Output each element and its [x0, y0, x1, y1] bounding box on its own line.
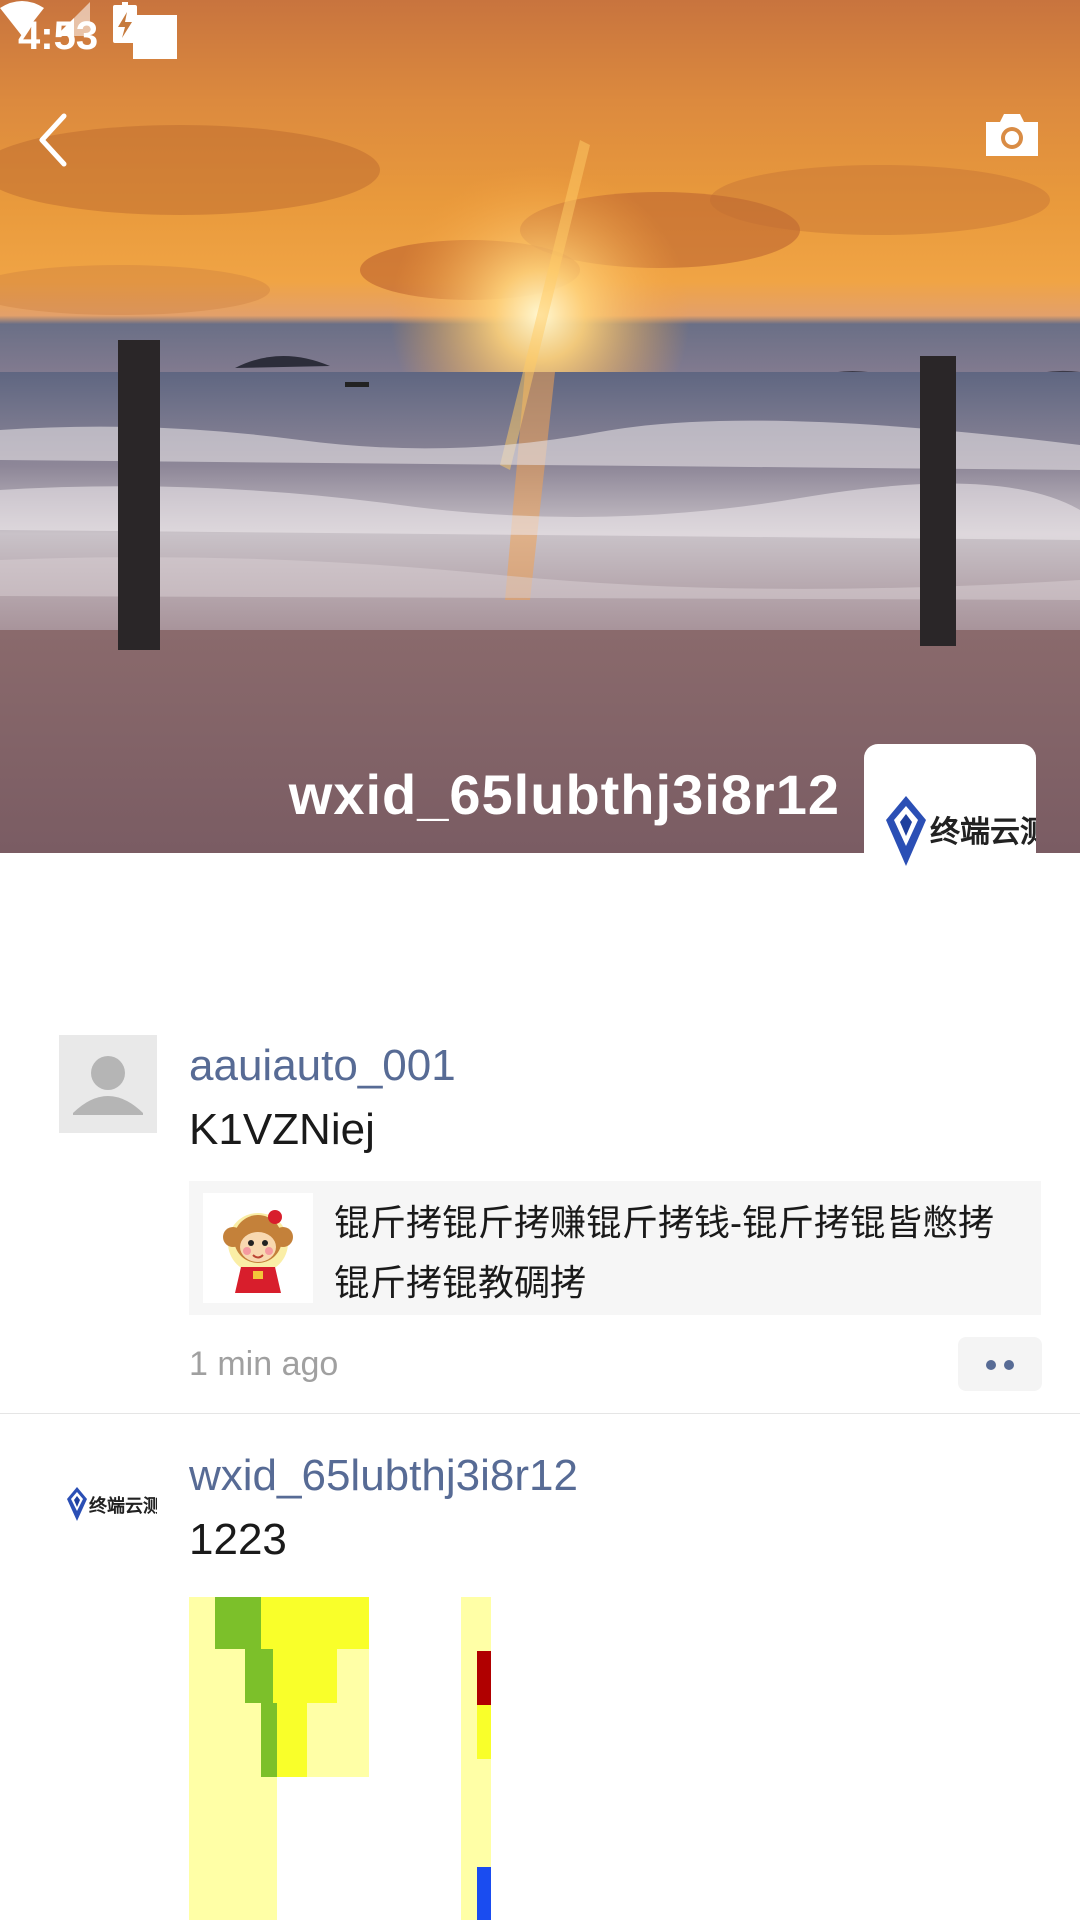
post-text: K1VZNiej	[189, 1105, 375, 1154]
camera-button[interactable]	[982, 110, 1042, 160]
monkey-sticker-image	[223, 1210, 293, 1293]
pixel-art-image	[189, 1597, 493, 1920]
sunset-beach-image	[0, 125, 1080, 853]
more-button[interactable]	[958, 1337, 1042, 1391]
author-avatar[interactable]: 终端云测	[59, 1453, 161, 1551]
post-divider	[0, 1413, 1080, 1414]
link-title: 锟斤拷锟斤拷赚锟斤拷钱-锟斤拷锟皆憋拷锟斤拷锟教碉拷	[334, 1202, 994, 1303]
link-thumbnail	[203, 1193, 313, 1303]
post-author[interactable]: aauiauto_001	[189, 1041, 456, 1091]
status-bar: 4:53	[0, 0, 1080, 76]
post-timestamp: 1 min ago	[189, 1345, 339, 1383]
post-text: 1223	[189, 1515, 287, 1564]
moment-post: aauiauto_001 K1VZNiej 锟斤拷锟斤拷赚锟斤拷钱-锟斤拷锟皆憋…	[0, 1035, 1080, 1415]
wifi-icon	[0, 1, 44, 36]
shared-link-card[interactable]: 锟斤拷锟斤拷赚锟斤拷钱-锟斤拷锟皆憋拷锟斤拷锟教碉拷	[189, 1181, 1041, 1315]
moment-post: 终端云测 wxid_65lubthj3i8r12 1223	[0, 1445, 1080, 1920]
profile-avatar[interactable]: 终端云测	[864, 744, 1036, 916]
post-author[interactable]: wxid_65lubthj3i8r12	[189, 1451, 578, 1501]
back-button[interactable]	[30, 110, 80, 170]
default-person-icon	[73, 1056, 143, 1115]
profile-name[interactable]: wxid_65lubthj3i8r12	[289, 762, 840, 827]
avatar-logo-text: 终端云测	[930, 815, 1036, 850]
terminal-cloud-test-logo: 终端云测	[67, 1487, 161, 1521]
back-chevron-icon	[39, 113, 67, 167]
status-icons	[0, 1, 137, 43]
post-image[interactable]	[189, 1597, 493, 1920]
cover-photo[interactable]: 4:53 wxid_65lubthj3i8r12	[0, 0, 1080, 853]
camera-icon	[986, 114, 1038, 156]
author-avatar[interactable]	[59, 1035, 157, 1133]
more-dots-icon	[986, 1360, 996, 1370]
battery-charging-icon	[113, 2, 137, 43]
terminal-cloud-test-logo: 终端云测	[886, 796, 1036, 866]
avatar-logo-text: 终端云测	[89, 1495, 157, 1517]
